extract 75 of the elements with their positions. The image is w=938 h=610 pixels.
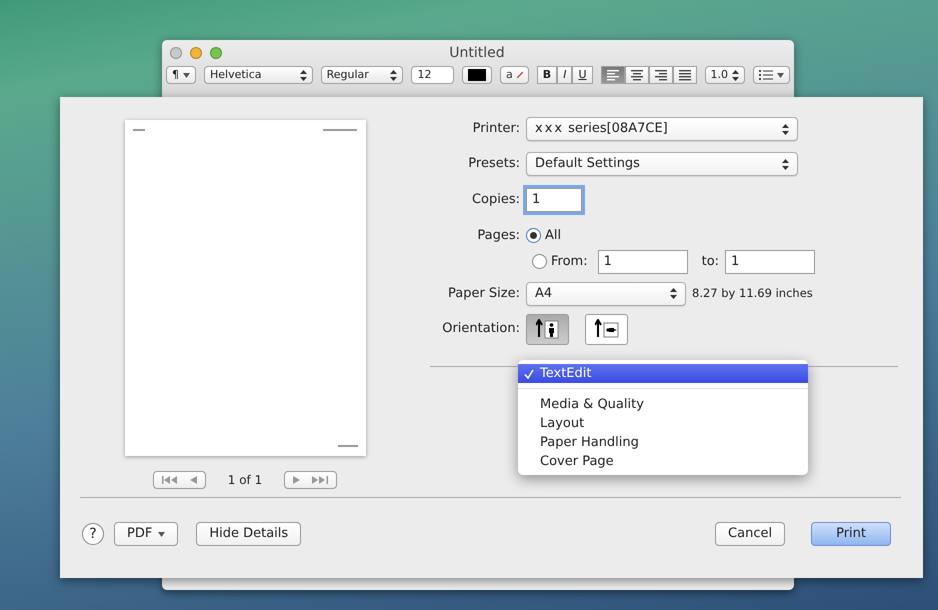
- last-page-icon[interactable]: [312, 476, 328, 484]
- stepper-arrows-icon: [782, 158, 789, 170]
- copies-field[interactable]: 1: [526, 188, 582, 212]
- checkmark-icon: [524, 368, 534, 378]
- align-left-button[interactable]: [600, 66, 624, 84]
- stepper-arrows-icon: [390, 70, 398, 80]
- menu-item[interactable]: Media & Quality: [518, 395, 808, 414]
- stepper-arrows-icon: [782, 124, 789, 134]
- background-color-well[interactable]: a: [500, 66, 529, 84]
- align-right-icon: [654, 70, 666, 80]
- font-style-popup[interactable]: Regular: [320, 66, 404, 84]
- line-spacing-popup[interactable]: 1.0: [704, 66, 745, 84]
- radio-button[interactable]: [532, 254, 547, 269]
- to-page-field[interactable]: 1: [725, 250, 816, 274]
- pages-label: Pages:: [476, 227, 521, 245]
- italic-button[interactable]: I: [557, 66, 572, 84]
- previous-page-icon[interactable]: [190, 476, 197, 484]
- list-style-button[interactable]: [753, 66, 790, 84]
- copies-label: Copies:: [470, 191, 521, 210]
- printer-name: series[08A7CE]: [568, 121, 668, 136]
- bold-button[interactable]: B: [536, 66, 558, 84]
- radio-label: All: [545, 227, 562, 245]
- minimize-button[interactable]: [190, 47, 202, 59]
- printer-name-prefix: xxx: [535, 121, 564, 136]
- hide-details-button[interactable]: Hide Details: [196, 522, 302, 546]
- from-page-field[interactable]: 1: [598, 250, 688, 274]
- first-page-icon[interactable]: [162, 476, 178, 484]
- landscape-orientation-icon: [594, 319, 618, 339]
- presets-popup[interactable]: Default Settings: [526, 152, 798, 176]
- align-center-button[interactable]: [624, 66, 648, 84]
- page-indicator: 1 of 1: [228, 472, 262, 489]
- next-page-icon[interactable]: [293, 476, 300, 484]
- menu-item[interactable]: Paper Handling: [518, 433, 808, 452]
- align-left-icon: [606, 70, 618, 80]
- portrait-orientation-icon: [536, 319, 560, 339]
- window-title: Untitled: [448, 44, 506, 62]
- menu-item[interactable]: Layout: [518, 414, 808, 433]
- caret-icon: [158, 532, 166, 536]
- help-button[interactable]: ?: [82, 523, 104, 545]
- radio-button[interactable]: [526, 228, 541, 244]
- to-label: to:: [702, 252, 720, 271]
- paper-size-popup[interactable]: A4: [526, 282, 686, 306]
- caret-icon: [777, 72, 784, 78]
- close-button[interactable]: [170, 47, 182, 59]
- printer-label: Printer:: [472, 120, 521, 138]
- caret-icon: [183, 72, 190, 78]
- presets-label: Presets:: [467, 155, 521, 174]
- menu-item[interactable]: TextEdit: [518, 364, 808, 383]
- menu-item[interactable]: Cover Page: [518, 452, 808, 471]
- align-right-button[interactable]: [648, 66, 672, 84]
- portrait-orientation-button[interactable]: [526, 314, 569, 344]
- text-color-well[interactable]: [462, 66, 492, 84]
- list-icon: [759, 70, 773, 80]
- stepper-arrows-icon: [300, 70, 307, 80]
- align-center-icon: [630, 70, 642, 80]
- font-size-field[interactable]: 12: [411, 66, 454, 84]
- stepper-arrows-icon: [670, 288, 677, 299]
- landscape-orientation-button[interactable]: [585, 314, 628, 344]
- underline-button[interactable]: U: [572, 66, 592, 84]
- pdf-button[interactable]: PDF: [114, 522, 178, 546]
- orientation-label: Orientation:: [441, 320, 521, 338]
- print-button[interactable]: Print: [811, 522, 891, 546]
- stepper-arrows-icon: [732, 70, 739, 80]
- radio-label: From:: [551, 252, 588, 271]
- font-family-popup[interactable]: Helvetica: [204, 66, 313, 84]
- zoom-button[interactable]: [210, 47, 222, 59]
- cancel-button[interactable]: Cancel: [715, 522, 786, 546]
- paragraph-style-button[interactable]: ¶: [166, 66, 196, 84]
- page-footer-drawing: [338, 444, 358, 448]
- paper-size-label: Paper Size:: [446, 284, 521, 303]
- paper-dimensions: 8.27 by 11.69 inches: [692, 284, 813, 302]
- printer-popup[interactable]: xxx series[08A7CE]: [526, 117, 798, 141]
- align-justify-icon: [678, 70, 690, 80]
- no-color-slash-icon: [516, 72, 523, 78]
- align-justify-button[interactable]: [672, 66, 696, 84]
